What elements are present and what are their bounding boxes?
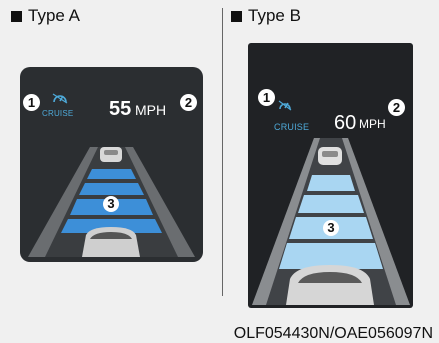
distance-level-badge: 3 xyxy=(323,220,339,236)
callout-2-badge: 2 xyxy=(388,99,405,116)
callout-1-badge: 1 xyxy=(258,89,275,106)
callout-1-badge: 1 xyxy=(23,94,40,111)
type-b-distance-graphic xyxy=(252,138,410,305)
cruise-icon xyxy=(278,100,292,111)
set-speed-value: 60 xyxy=(334,112,357,134)
square-bullet-icon xyxy=(11,10,22,22)
distance-level-badge: 3 xyxy=(103,196,119,212)
type-a-distance-graphic xyxy=(28,147,195,257)
set-speed-value: 55 xyxy=(109,98,132,120)
type-b-cluster-display: 1 CRUISE 60 MPH 2 3 xyxy=(248,43,413,308)
distance-bar-1 xyxy=(307,175,355,191)
type-b-header: Type B xyxy=(231,6,301,26)
distance-bar-2 xyxy=(79,183,144,195)
own-vehicle-icon xyxy=(82,227,140,257)
column-divider xyxy=(222,8,223,296)
distance-bar-1 xyxy=(87,169,136,179)
figure-code-caption: OLF054430N/OAE056097N xyxy=(233,325,433,342)
distance-bar-2 xyxy=(298,195,364,213)
square-bullet-icon xyxy=(231,10,242,22)
callout-2-badge: 2 xyxy=(180,94,197,111)
type-b-title: Type B xyxy=(248,6,301,25)
speed-unit: MPH xyxy=(359,117,386,131)
speed-unit: MPH xyxy=(135,102,167,118)
type-a-cluster-display: 1 CRUISE 55 MPH 2 3 xyxy=(20,67,203,262)
cruise-label: CRUISE xyxy=(42,109,74,118)
type-a-title: Type A xyxy=(28,6,80,25)
cruise-icon xyxy=(52,93,68,104)
cruise-label: CRUISE xyxy=(274,122,310,132)
type-a-header: Type A xyxy=(11,6,80,26)
own-vehicle-icon xyxy=(286,265,374,305)
